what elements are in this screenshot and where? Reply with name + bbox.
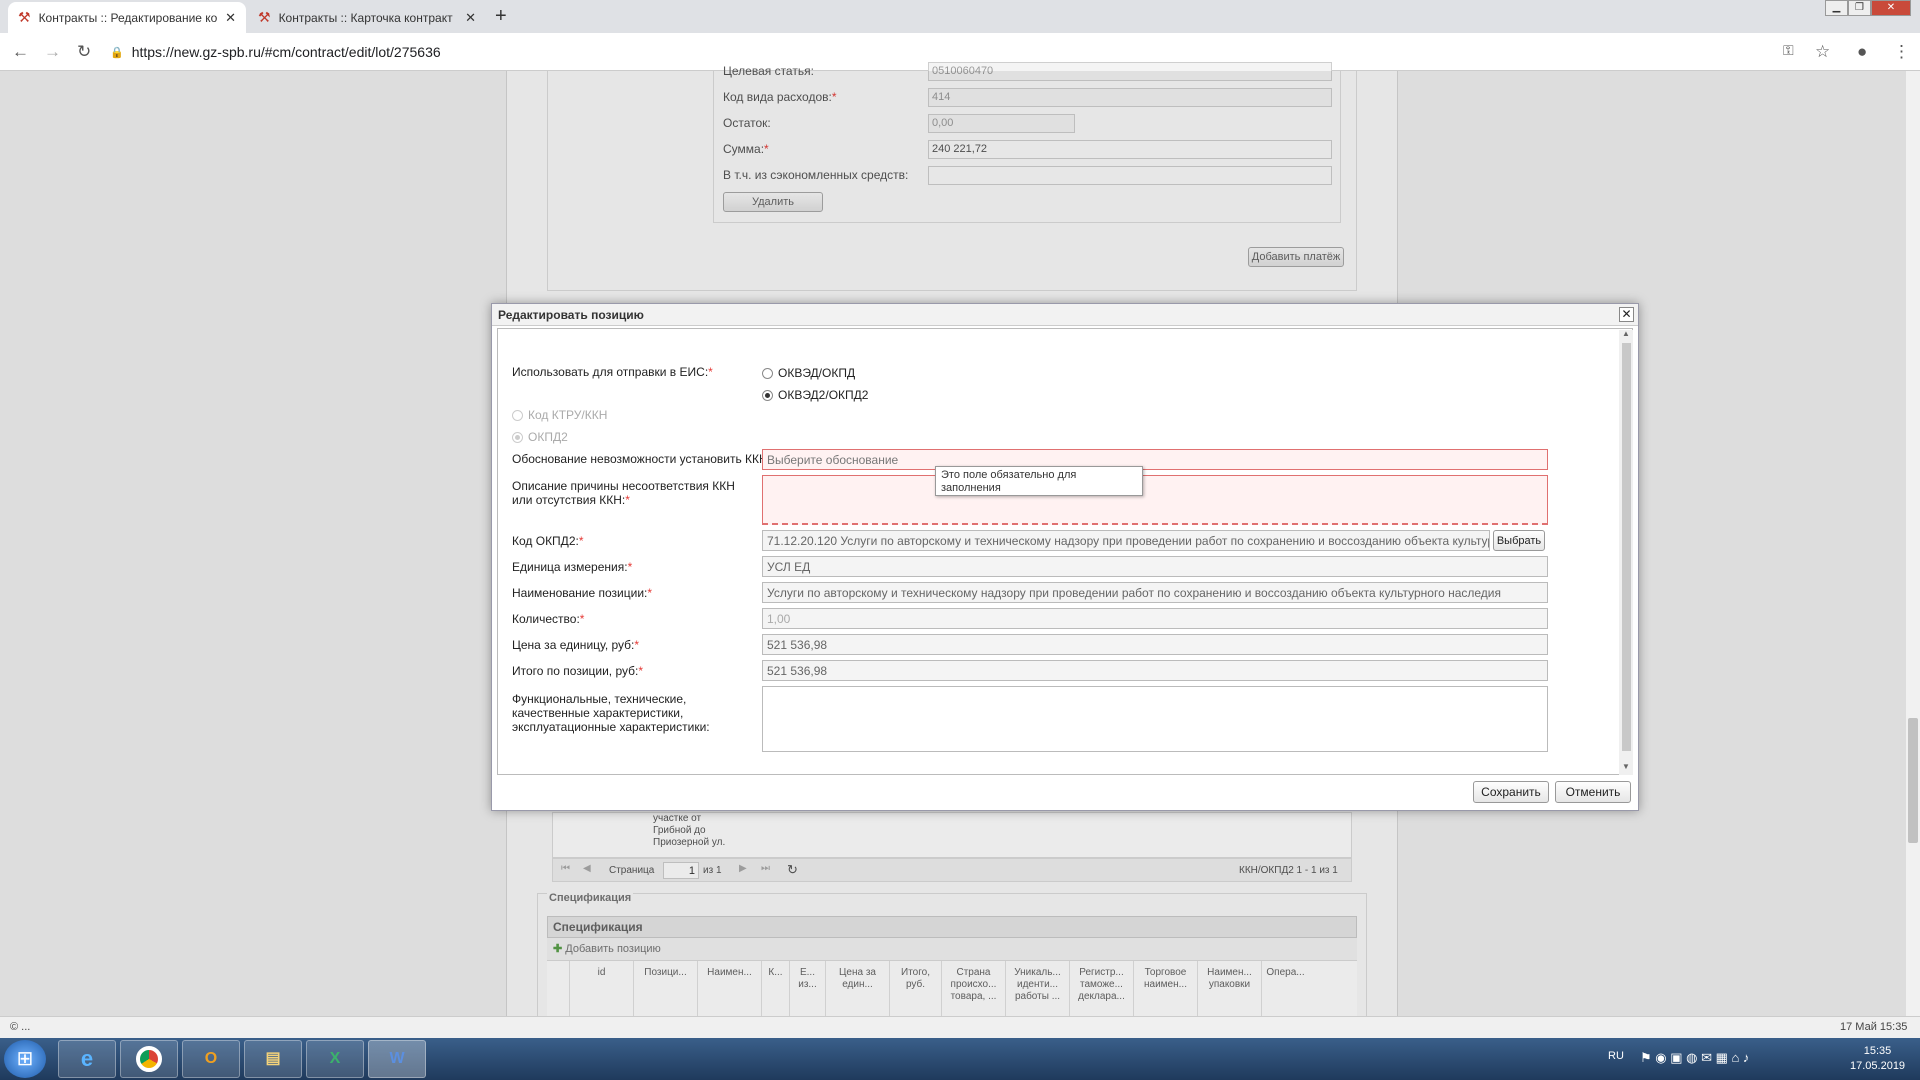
dialog-close-icon[interactable]: ✕ [1619, 307, 1634, 322]
required-field-tooltip: Это поле обязательно для заполнения [935, 466, 1143, 496]
unit-field[interactable]: УСЛ ЕД [762, 556, 1548, 577]
price-label: Цена за единицу, руб:* [512, 638, 640, 652]
qty-label: Количество:* [512, 612, 585, 626]
radio-button[interactable] [762, 368, 773, 380]
justification-label: Обоснование невозможности установить ККН… [512, 452, 776, 466]
start-button-icon[interactable]: ⊞ [4, 1040, 46, 1078]
tab-title: Контракты :: Карточка контракт [278, 10, 453, 25]
word-icon[interactable]: W [368, 1040, 426, 1078]
specs-label: Функциональные, технические, качественны… [512, 692, 710, 734]
tab-contract-card[interactable]: ⚒ Контракты :: Карточка контракт ✕ [248, 2, 486, 33]
specs-textarea[interactable] [762, 686, 1548, 752]
radio-button-selected[interactable] [762, 390, 773, 402]
tab-title: Контракты :: Редактирование ко [38, 10, 218, 25]
justification-select[interactable]: Выберите обоснование [762, 449, 1548, 470]
choose-button[interactable]: Выбрать [1493, 530, 1545, 551]
language-indicator[interactable]: RU [1608, 1050, 1624, 1062]
radio-ktru: Код КТРУ/ККН [512, 408, 607, 422]
account-icon[interactable]: ● [1857, 42, 1867, 62]
scroll-up-icon[interactable]: ▲ [1622, 329, 1630, 338]
new-tab-icon[interactable]: + [495, 5, 507, 28]
position-name-field[interactable]: Услуги по авторскому и техническому надз… [762, 582, 1548, 603]
hammer-icon: ⚒ [258, 9, 271, 25]
edit-position-dialog: Редактировать позицию ✕ Использовать для… [491, 303, 1639, 811]
description-textarea[interactable] [762, 475, 1548, 525]
reload-icon[interactable]: ↻ [77, 42, 91, 62]
menu-icon[interactable]: ⋮ [1893, 42, 1910, 62]
dialog-scrollbar-thumb[interactable] [1622, 343, 1631, 751]
hammer-icon: ⚒ [18, 9, 31, 25]
back-icon[interactable]: ← [12, 42, 29, 62]
url-field[interactable]: 🔒 https://new.gz-spb.ru/#cm/contract/edi… [110, 40, 1750, 64]
minimize-icon[interactable]: ▁ [1825, 0, 1848, 16]
clock-date: 17.05.2019 [1850, 1060, 1906, 1072]
send-label: Использовать для отправки в ЕИС:* [512, 365, 713, 379]
name-label: Наименование позиции:* [512, 586, 653, 600]
radio-button-disabled [512, 432, 523, 444]
save-button[interactable]: Сохранить [1473, 781, 1549, 803]
restore-icon[interactable]: ❐ [1848, 0, 1871, 16]
dialog-body: Использовать для отправки в ЕИС:* ОКВЭД/… [497, 328, 1633, 775]
explorer-icon[interactable]: ▤ [244, 1040, 302, 1078]
outlook-icon[interactable]: O [182, 1040, 240, 1078]
price-field[interactable]: 521 536,98 [762, 634, 1548, 655]
url-text: https://new.gz-spb.ru/#cm/contract/edit/… [131, 44, 441, 60]
okpd-field[interactable]: 71.12.20.120 Услуги по авторскому и техн… [762, 530, 1490, 551]
radio-okpd[interactable]: ОКВЭД/ОКПД [762, 366, 855, 380]
status-left: © ... [10, 1021, 31, 1033]
total-field[interactable]: 521 536,98 [762, 660, 1548, 681]
description-label: Описание причины несоответствия ККН или … [512, 479, 735, 507]
star-icon[interactable]: ☆ [1815, 42, 1830, 62]
total-label: Итого по позиции, руб:* [512, 664, 644, 678]
tab-contract-edit[interactable]: ⚒ Контракты :: Редактирование ко ✕ [8, 2, 246, 33]
windows-taskbar: ⊞ e O ▤ X W RU ⚑ ◉ ▣ ◍ ✉ ▦ ⌂ ♪ 15:35 17.… [0, 1038, 1920, 1080]
window-close-icon[interactable]: ✕ [1871, 0, 1911, 16]
dialog-title: Редактировать позицию [492, 304, 1638, 326]
radio-button-disabled [512, 410, 523, 422]
forward-icon[interactable]: → [44, 42, 61, 62]
ie-icon[interactable]: e [58, 1040, 116, 1078]
browser-tab-bar: ⚒ Контракты :: Редактирование ко ✕ ⚒ Кон… [0, 0, 1920, 33]
excel-icon[interactable]: X [306, 1040, 364, 1078]
page-scrollbar[interactable] [1905, 71, 1920, 1016]
quantity-field[interactable]: 1,00 [762, 608, 1548, 629]
key-icon[interactable]: ⚿ [1783, 42, 1794, 59]
page-scrollbar-thumb[interactable] [1908, 718, 1918, 843]
status-bar: © ... 17 Май 15:35 [0, 1016, 1920, 1038]
close-tab-icon[interactable]: ✕ [465, 10, 476, 26]
okpd-label: Код ОКПД2:* [512, 534, 584, 548]
lock-icon: 🔒 [110, 46, 124, 59]
cancel-button[interactable]: Отменить [1555, 781, 1631, 803]
clock[interactable]: 15:35 17.05.2019 [1850, 1044, 1905, 1074]
radio-okpd2[interactable]: ОКВЭД2/ОКПД2 [762, 388, 868, 402]
tray-icons[interactable]: ⚑ ◉ ▣ ◍ ✉ ▦ ⌂ ♪ [1640, 1050, 1749, 1066]
chrome-icon[interactable] [120, 1040, 178, 1078]
unit-label: Единица измерения:* [512, 560, 633, 574]
clock-time: 15:35 [1863, 1045, 1892, 1057]
radio-okpd2-disabled: ОКПД2 [512, 430, 568, 444]
close-tab-icon[interactable]: ✕ [225, 10, 236, 26]
status-right: 17 Май 15:35 [1840, 1021, 1908, 1033]
scroll-down-icon[interactable]: ▼ [1622, 762, 1630, 771]
